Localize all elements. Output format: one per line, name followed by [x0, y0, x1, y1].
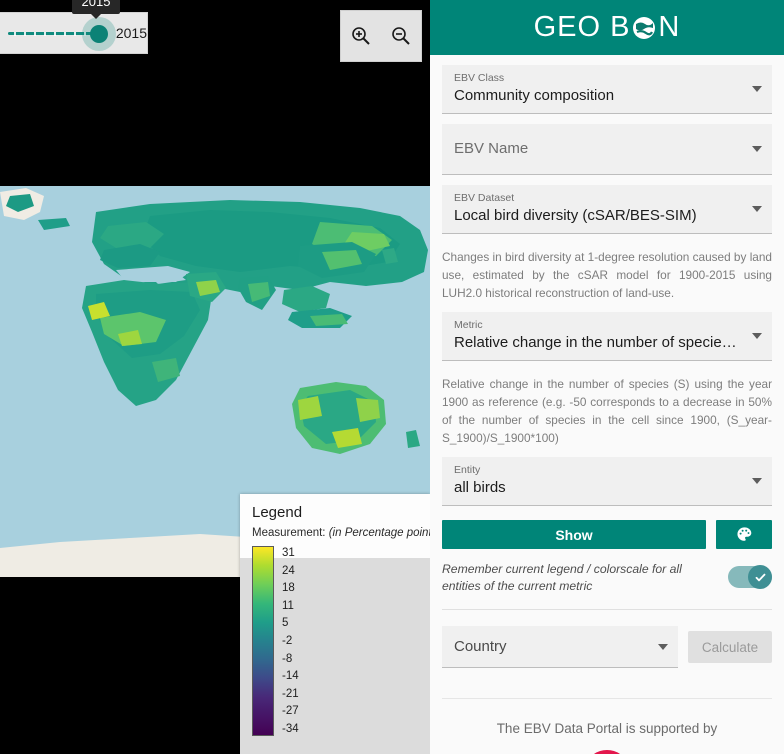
- footer-divider: [442, 698, 772, 699]
- panel-body: EBV Class Community composition EBV Name…: [430, 65, 784, 754]
- legend-measurement-line: Measurement: (in Percentage points): [240, 527, 430, 546]
- legend-colorbar-group: 31 24 18 11 5 -2 -8 -14 -21 -27 -34: [240, 546, 430, 738]
- zoom-in-button[interactable]: [346, 21, 376, 51]
- chevron-down-icon: [752, 333, 762, 339]
- control-panel: GEO B N EBV Class Community composition …: [430, 0, 784, 754]
- panel-header: GEO B N: [430, 0, 784, 55]
- legend-panel: Legend Measurement: (in Percentage point…: [240, 494, 430, 754]
- country-row: Country Calculate: [442, 626, 772, 668]
- ebv-name-placeholder: EBV Name: [454, 140, 529, 157]
- legend-tick: 11: [282, 599, 294, 612]
- country-placeholder: Country: [454, 638, 507, 655]
- section-divider: [442, 609, 772, 610]
- show-button[interactable]: Show: [442, 520, 706, 549]
- remember-legend-text: Remember current legend / colorscale for…: [442, 562, 682, 593]
- ebv-class-value: Community composition: [454, 87, 615, 104]
- colorscale-palette-button[interactable]: [716, 520, 772, 549]
- country-select[interactable]: Country: [442, 626, 678, 668]
- legend-tick: 24: [282, 564, 295, 577]
- legend-title: Legend: [252, 504, 303, 521]
- sponsor-circle-logo: [584, 750, 630, 754]
- zoom-out-icon: [392, 27, 410, 45]
- calculate-button[interactable]: Calculate: [688, 631, 772, 663]
- slider-tick: [64, 31, 66, 36]
- metric-value: Relative change in the number of species…: [454, 334, 742, 351]
- entity-value: all birds: [454, 479, 506, 496]
- legend-tick: -34: [282, 722, 299, 735]
- geobon-logo: GEO B N: [534, 11, 681, 44]
- map-pane[interactable]: 2015 2015 Legend Measurement: (in Percen…: [0, 0, 430, 754]
- palette-icon: [736, 527, 751, 541]
- legend-tick: 5: [282, 617, 289, 630]
- entity-select[interactable]: Entity all birds: [442, 457, 772, 506]
- slider-tick: [14, 31, 16, 36]
- ebv-dataset-value: Local bird diversity (cSAR/BES-SIM): [454, 207, 697, 224]
- chevron-down-icon: [752, 478, 762, 484]
- legend-measurement-units: (in Percentage points): [328, 527, 430, 539]
- ebv-dataset-select[interactable]: EBV Dataset Local bird diversity (cSAR/B…: [442, 185, 772, 234]
- legend-colorbar: [252, 546, 274, 736]
- dataset-description: Changes in bird diversity at 1-degree re…: [442, 250, 772, 300]
- ebv-name-select[interactable]: EBV Name: [442, 124, 772, 175]
- chevron-down-icon: [752, 86, 762, 92]
- supported-by-text: The EBV Data Portal is supported by: [496, 721, 718, 736]
- ebv-dataset-label: EBV Dataset: [454, 192, 515, 204]
- action-row: Show: [442, 520, 772, 549]
- entity-label: Entity: [454, 464, 481, 476]
- legend-tick: 18: [282, 582, 295, 595]
- slider-value-label: 2015: [115, 25, 147, 41]
- metric-description: Relative change in the number of species…: [442, 377, 772, 445]
- legend-tick: -21: [282, 687, 299, 700]
- slider-tick: [74, 31, 76, 36]
- zoom-out-button[interactable]: [386, 21, 416, 51]
- legend-tick-list: 31 24 18 11 5 -2 -8 -14 -21 -27 -34: [282, 546, 299, 738]
- chevron-down-icon: [658, 643, 668, 650]
- legend-tick: -27: [282, 705, 299, 718]
- zoom-controls: [340, 10, 422, 62]
- toggle-knob: [748, 565, 772, 589]
- metric-label: Metric: [454, 319, 483, 331]
- legend-tick: -14: [282, 670, 299, 683]
- slider-tick: [54, 31, 56, 36]
- metric-select[interactable]: Metric Relative change in the number of …: [442, 312, 772, 361]
- remember-legend-toggle[interactable]: [728, 565, 772, 589]
- zoom-in-icon: [352, 27, 370, 45]
- slider-tooltip: 2015: [72, 0, 120, 19]
- ebv-class-select[interactable]: EBV Class Community composition: [442, 65, 772, 114]
- legend-tick: -8: [282, 652, 293, 665]
- check-icon: [755, 573, 765, 581]
- year-slider-widget[interactable]: 2015: [0, 12, 148, 54]
- legend-measurement-label: Measurement:: [252, 527, 326, 539]
- logo-b-text: B: [610, 11, 631, 43]
- globe-icon: [633, 16, 656, 39]
- slider-tick: [24, 31, 26, 36]
- chevron-down-icon: [752, 146, 762, 152]
- legend-tick: 31: [282, 547, 295, 559]
- logo-geo-text: GEO: [533, 11, 602, 43]
- slider-thumb[interactable]: [90, 25, 108, 43]
- chevron-down-icon: [752, 206, 762, 212]
- ebv-data-portal-app: 2015 2015 Legend Measurement: (in Percen…: [0, 0, 784, 754]
- slider-tick: [44, 31, 46, 36]
- year-slider-track[interactable]: [8, 12, 116, 54]
- ebv-class-label: EBV Class: [454, 72, 505, 84]
- logo-n-text: N: [658, 11, 681, 43]
- slider-tick: [34, 31, 36, 36]
- remember-legend-row: Remember current legend / colorscale for…: [442, 561, 772, 595]
- legend-tick: -2: [282, 634, 293, 647]
